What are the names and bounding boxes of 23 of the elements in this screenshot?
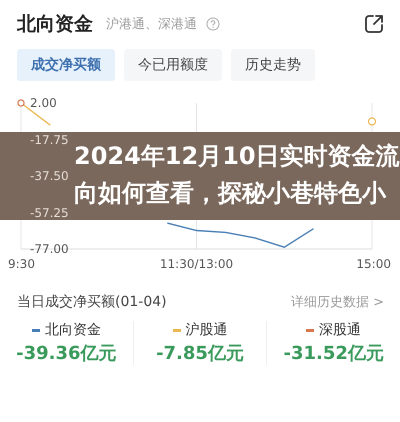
net-amount: -31.52亿元	[283, 342, 384, 365]
page-title: 北向资金	[17, 12, 93, 37]
legend-label: 沪股通	[186, 321, 228, 339]
tab[interactable]: 历史走势	[231, 49, 315, 81]
y-tick-label: -17.75	[30, 132, 69, 146]
y-tick-label: 2.00	[30, 96, 57, 110]
net-amount: -39.36亿元	[16, 342, 117, 365]
tab[interactable]: 今已用额度	[124, 49, 222, 81]
y-tick-label: -57.25	[30, 206, 69, 220]
y-tick-label: -37.50	[30, 169, 69, 183]
tab[interactable]: 成交净买额	[17, 49, 115, 81]
banner-headline: 2024年12月10日实时资金流 向如何查看，探秘小巷特色小	[74, 141, 400, 209]
x-tick-label: 15:00	[356, 257, 391, 271]
end-marker	[368, 117, 376, 126]
y-tick-label: -77.00	[30, 242, 69, 256]
net-amount: -7.85亿元	[156, 342, 244, 365]
section-title: 当日成交净买额(01-04)	[17, 293, 167, 311]
subtitle: 沪港通、深港通	[106, 16, 197, 33]
legend-label: 深股通	[319, 321, 362, 339]
x-tick-label: 9:30	[8, 257, 35, 271]
legend-label: 北向资金	[44, 321, 101, 339]
x-tick-label: 11:30/13:00	[160, 257, 234, 271]
share-icon[interactable]	[364, 14, 384, 34]
